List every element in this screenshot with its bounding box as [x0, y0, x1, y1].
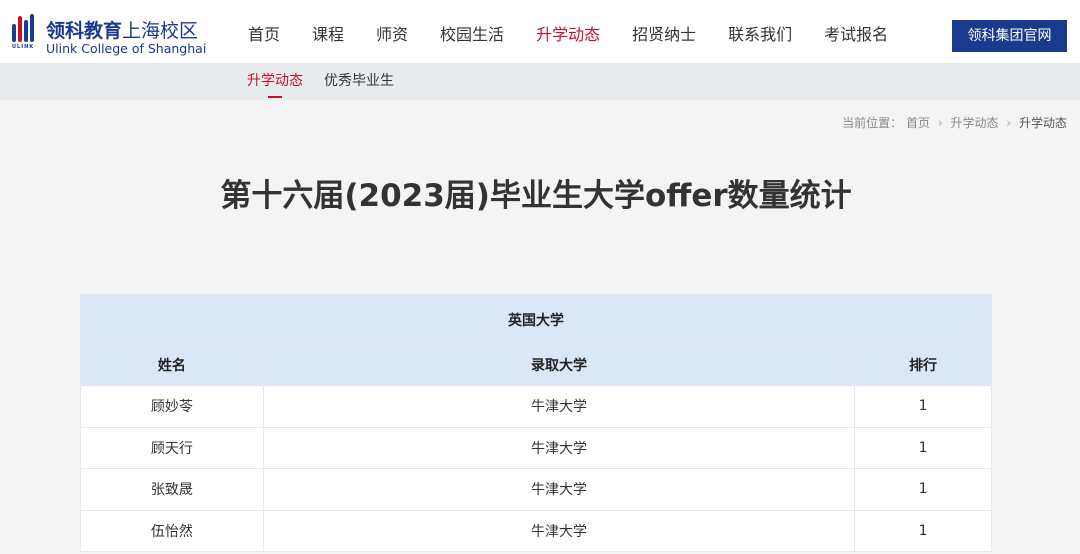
site-header: ULINK 领科教育上海校区 Ulink College of Shanghai…	[0, 0, 1080, 64]
cell-name: 顾天行	[80, 426, 264, 469]
table-row: 张致晟 牛津大学 1	[80, 468, 992, 511]
subnav-item-outstanding-graduates[interactable]: 优秀毕业生	[324, 64, 394, 100]
breadcrumb-prefix: 当前位置：	[842, 116, 903, 130]
breadcrumb-home-link[interactable]: 首页	[906, 116, 930, 130]
table-caption-row: 英国大学	[80, 294, 992, 345]
cell-rank: 1	[854, 509, 992, 552]
cell-rank: 1	[854, 426, 992, 469]
column-header-rank: 排行	[854, 344, 992, 386]
cell-name: 伍怡然	[80, 509, 264, 552]
cell-university: 牛津大学	[262, 468, 856, 511]
column-header-name: 姓名	[80, 344, 264, 386]
logo-mark-text: ULINK	[12, 44, 35, 50]
chevron-right-icon: ›	[1006, 116, 1012, 130]
cell-name: 顾妙苓	[80, 385, 264, 428]
subnav-item-admissions-news[interactable]: 升学动态	[247, 64, 303, 100]
page-title: 第十六届(2023届)毕业生大学offer数量统计	[220, 178, 852, 214]
logo-english-name: Ulink College of Shanghai	[46, 41, 207, 56]
cell-name: 张致晟	[80, 468, 264, 511]
cell-university: 牛津大学	[262, 509, 856, 552]
logo-chinese-name: 领科教育上海校区	[46, 16, 198, 43]
nav-item-faculty[interactable]: 师资	[360, 0, 424, 64]
logo-cn-light: 上海校区	[122, 20, 199, 42]
table-row: 顾妙苓 牛津大学 1	[80, 385, 992, 428]
chevron-right-icon: ›	[937, 116, 943, 130]
breadcrumb: 当前位置： 首页 › 升学动态 › 升学动态	[842, 114, 1067, 131]
cell-university: 牛津大学	[262, 385, 856, 428]
main-nav: 首页 课程 师资 校园生活 升学动态 招贤纳士 联系我们 考试报名	[232, 0, 904, 64]
table-header-row: 姓名 录取大学 排行	[80, 344, 992, 386]
logo-cn-bold: 领科教育	[46, 20, 123, 42]
nav-item-contact[interactable]: 联系我们	[712, 0, 808, 64]
group-official-site-button[interactable]: 领科集团官网	[952, 20, 1067, 52]
table-caption: 英国大学	[80, 294, 992, 345]
nav-item-courses[interactable]: 课程	[296, 0, 360, 64]
logo-mark-icon: ULINK	[12, 14, 40, 50]
nav-item-admissions-news[interactable]: 升学动态	[520, 0, 616, 64]
cell-rank: 1	[854, 468, 992, 511]
breadcrumb-admissions-link[interactable]: 升学动态	[951, 116, 999, 130]
nav-item-campus-life[interactable]: 校园生活	[424, 0, 520, 64]
sub-nav: 升学动态 优秀毕业生	[0, 64, 1080, 100]
cell-university: 牛津大学	[262, 426, 856, 469]
table-row: 顾天行 牛津大学 1	[80, 426, 992, 469]
table-row: 伍怡然 牛津大学 1	[80, 509, 992, 552]
site-logo[interactable]: ULINK 领科教育上海校区 Ulink College of Shanghai	[12, 12, 212, 56]
nav-item-exam-registration[interactable]: 考试报名	[808, 0, 904, 64]
offer-table: 英国大学 姓名 录取大学 排行 顾妙苓 牛津大学 1 顾天行 牛津大学 1 张致…	[80, 294, 992, 552]
nav-item-home[interactable]: 首页	[232, 0, 296, 64]
breadcrumb-current: 升学动态	[1018, 116, 1067, 130]
offer-table-container: 英国大学 姓名 录取大学 排行 顾妙苓 牛津大学 1 顾天行 牛津大学 1 张致…	[80, 294, 992, 552]
column-header-university: 录取大学	[262, 344, 856, 386]
nav-item-careers[interactable]: 招贤纳士	[616, 0, 712, 64]
cell-rank: 1	[854, 385, 992, 428]
